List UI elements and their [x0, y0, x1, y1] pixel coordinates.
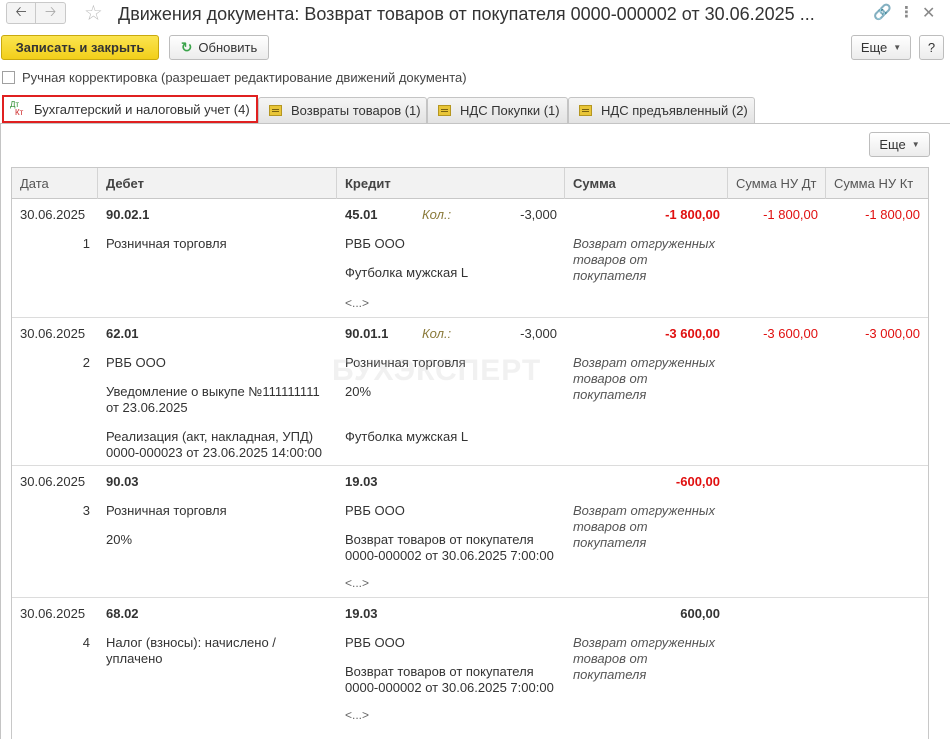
more-label: Еще: [860, 40, 888, 55]
more-vertical-icon[interactable]: ⋮: [899, 3, 914, 21]
help-label: ?: [927, 40, 936, 55]
tab-bar: Возвраты товаров (1) НДС Покупки (1) НДС…: [0, 95, 950, 123]
tab-label: Бухгалтерский и налоговый учет (4): [34, 101, 250, 117]
table-row[interactable]: 30.06.2025 3 90.03 Розничная торговля 20…: [12, 466, 928, 598]
col-sum-nu-kt[interactable]: Сумма НУ Кт: [826, 168, 928, 199]
table-row[interactable]: 30.06.2025 2 62.01 РВБ ООО Уведомление о…: [12, 318, 928, 466]
register-icon: [269, 105, 282, 116]
close-icon[interactable]: ✕: [922, 3, 935, 23]
manual-edit-checkbox[interactable]: [2, 71, 15, 84]
debit-credit-icon: Дт Кт: [10, 100, 24, 117]
more-subconto-link[interactable]: <...>: [345, 296, 369, 310]
title-bar: 🡠 🡢 ☆ Движения документа: Возврат товаро…: [0, 0, 950, 30]
tab-label: НДС Покупки (1): [460, 103, 560, 118]
movements-table: Дата Дебет Кредит Сумма Сумма НУ Дт Сумм…: [11, 167, 929, 739]
table-header: Дата Дебет Кредит Сумма Сумма НУ Дт Сумм…: [12, 168, 928, 199]
tab-vat-purchases[interactable]: НДС Покупки (1): [427, 97, 568, 123]
star-icon[interactable]: ☆: [84, 1, 103, 26]
chevron-down-icon: ▼: [911, 140, 920, 149]
link-icon[interactable]: 🔗: [873, 3, 892, 21]
back-button[interactable]: 🡠: [6, 2, 36, 24]
register-icon: [438, 105, 451, 116]
table-more-button[interactable]: Еще ▼: [869, 132, 930, 157]
tab-returns[interactable]: Возвраты товаров (1): [258, 97, 427, 123]
col-credit[interactable]: Кредит: [337, 168, 565, 199]
tab-vat-presented[interactable]: НДС предъявленный (2): [568, 97, 755, 123]
chevron-down-icon: ▼: [893, 43, 902, 52]
save-and-close-label: Записать и закрыть: [15, 40, 145, 55]
col-sum[interactable]: Сумма: [565, 168, 728, 199]
manual-edit-row: Ручная корректировка (разрешает редактир…: [2, 70, 467, 85]
table-row[interactable]: 30.06.2025 1 90.02.1 Розничная торговля …: [12, 199, 928, 318]
col-date[interactable]: Дата: [12, 168, 98, 199]
save-and-close-button[interactable]: Записать и закрыть: [1, 35, 159, 60]
more-subconto-link[interactable]: <...>: [345, 708, 369, 722]
forward-button[interactable]: 🡢: [36, 2, 66, 24]
col-sum-nu-dt[interactable]: Сумма НУ Дт: [728, 168, 826, 199]
tab-accounting-tax[interactable]: Дт Кт Бухгалтерский и налоговый учет (4): [2, 95, 258, 123]
col-debit[interactable]: Дебет: [98, 168, 337, 199]
tab-label: НДС предъявленный (2): [601, 103, 748, 118]
more-menu-button[interactable]: Еще ▼: [851, 35, 911, 60]
register-icon: [579, 105, 592, 116]
table-row[interactable]: 30.06.2025 4 68.02 Налог (взносы): начис…: [12, 598, 928, 739]
watermark: БУХЭКСПЕРТ: [332, 354, 542, 387]
arrow-right-icon: 🡢: [44, 3, 57, 19]
refresh-icon: ↻: [180, 39, 193, 55]
more-subconto-link[interactable]: <...>: [345, 576, 369, 590]
arrow-left-icon: 🡠: [15, 3, 27, 19]
more-label: Еще: [879, 137, 906, 152]
manual-edit-label[interactable]: Ручная корректировка (разрешает редактир…: [22, 70, 467, 85]
refresh-button[interactable]: ↻ Обновить: [169, 35, 269, 60]
window-title: Движения документа: Возврат товаров от п…: [118, 4, 815, 24]
refresh-label: Обновить: [198, 40, 258, 55]
help-button[interactable]: ?: [919, 35, 944, 60]
tab-label: Возвраты товаров (1): [291, 103, 421, 118]
